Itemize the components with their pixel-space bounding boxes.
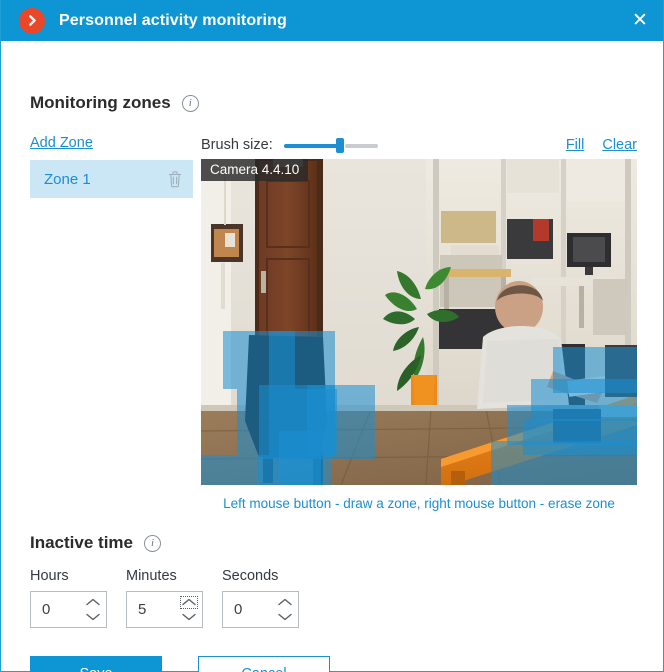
chevron-right-circle-icon [19,7,45,34]
hours-value[interactable]: 0 [31,601,80,618]
trash-icon[interactable] [167,170,183,188]
monitoring-zones-header: Monitoring zones i [30,93,199,113]
window-title: Personnel activity monitoring [59,11,287,29]
slider-remaining-track [344,144,378,148]
add-zone-link[interactable]: Add Zone [30,135,93,151]
minutes-arrows [176,592,202,627]
brush-actions: Fill Clear [566,137,637,153]
seconds-field: Seconds 0 [222,568,299,628]
brush-size-slider[interactable] [283,138,378,153]
close-icon[interactable]: ✕ [617,0,663,41]
hours-label: Hours [30,568,69,584]
minutes-label: Minutes [126,568,177,584]
info-icon[interactable]: i [144,534,161,552]
title-bar: Personnel activity monitoring ✕ [1,0,663,41]
chevron-down-icon[interactable] [276,611,294,624]
chevron-up-icon[interactable] [84,596,102,609]
brush-size-label: Brush size: [201,137,273,153]
chevron-up-icon[interactable] [276,596,294,609]
zone-item-label: Zone 1 [44,170,91,188]
minutes-field: Minutes 5 [126,568,203,628]
inactive-time-fields: Hours 0 Minutes 5 Seconds 0 [30,568,299,628]
clear-link[interactable]: Clear [602,137,637,153]
hours-arrows [80,592,106,627]
fill-link[interactable]: Fill [566,137,585,153]
minutes-stepper[interactable]: 5 [126,591,203,628]
page-title: Monitoring zones [30,93,171,112]
brush-toolbar: Brush size: Fill Clear [201,134,637,156]
camera-frame [201,159,637,485]
info-icon[interactable]: i [181,94,199,112]
seconds-label: Seconds [222,568,279,584]
chevron-up-icon[interactable] [180,595,198,609]
zone-list: Zone 1 [30,160,193,198]
dialog-footer: Save Cancel [30,656,330,672]
hours-stepper[interactable]: 0 [30,591,107,628]
drawing-hint: Left mouse button - draw a zone, right m… [223,496,615,511]
inactive-time-header: Inactive time i [30,533,161,553]
list-item[interactable]: Zone 1 [30,160,193,198]
chevron-down-icon[interactable] [84,611,102,624]
hours-field: Hours 0 [30,568,107,628]
dialog-body: Monitoring zones i Add Zone Zone 1 Brush… [1,41,663,672]
save-button[interactable]: Save [30,656,162,672]
seconds-arrows [272,592,298,627]
slider-filled-track [283,144,338,148]
inactive-time-title: Inactive time [30,533,133,552]
minutes-value[interactable]: 5 [127,601,176,618]
camera-preview[interactable]: Camera 4.4.10 [201,159,637,485]
cancel-button[interactable]: Cancel [198,656,330,672]
camera-name-label: Camera 4.4.10 [201,159,309,181]
personnel-activity-monitoring-dialog: Personnel activity monitoring ✕ Monitori… [0,0,664,672]
seconds-value[interactable]: 0 [223,601,272,618]
chevron-down-icon[interactable] [180,611,198,624]
seconds-stepper[interactable]: 0 [222,591,299,628]
slider-handle[interactable] [335,138,344,153]
